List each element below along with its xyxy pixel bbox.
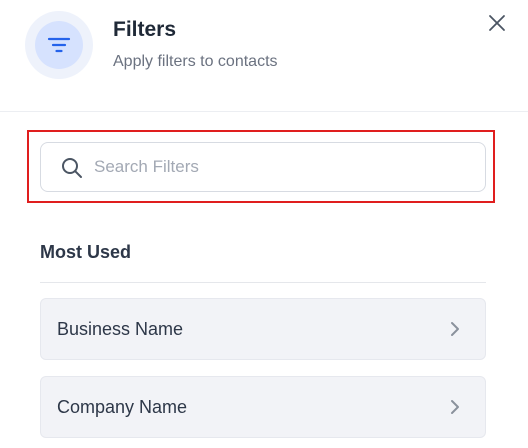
panel-header: Filters Apply filters to contacts	[0, 0, 528, 112]
close-icon	[489, 15, 505, 31]
chevron-right-icon	[451, 322, 459, 336]
section-divider	[40, 282, 486, 283]
panel-subtitle: Apply filters to contacts	[113, 53, 278, 70]
panel-title: Filters	[113, 18, 177, 41]
chevron-right-icon	[451, 400, 459, 414]
close-button[interactable]	[486, 12, 508, 34]
filter-item-business-name[interactable]: Business Name	[40, 298, 486, 360]
search-box[interactable]	[40, 142, 486, 192]
search-icon	[62, 158, 82, 178]
section-title-most-used: Most Used	[40, 242, 132, 262]
search-input[interactable]	[94, 143, 474, 191]
filter-icon-badge	[25, 11, 93, 79]
filters-panel: Filters Apply filters to contacts Most U…	[0, 0, 528, 448]
filter-item-label: Business Name	[57, 319, 184, 339]
filter-icon	[35, 21, 83, 69]
filter-item-company-name[interactable]: Company Name	[40, 376, 486, 438]
filter-item-label: Company Name	[57, 397, 188, 417]
